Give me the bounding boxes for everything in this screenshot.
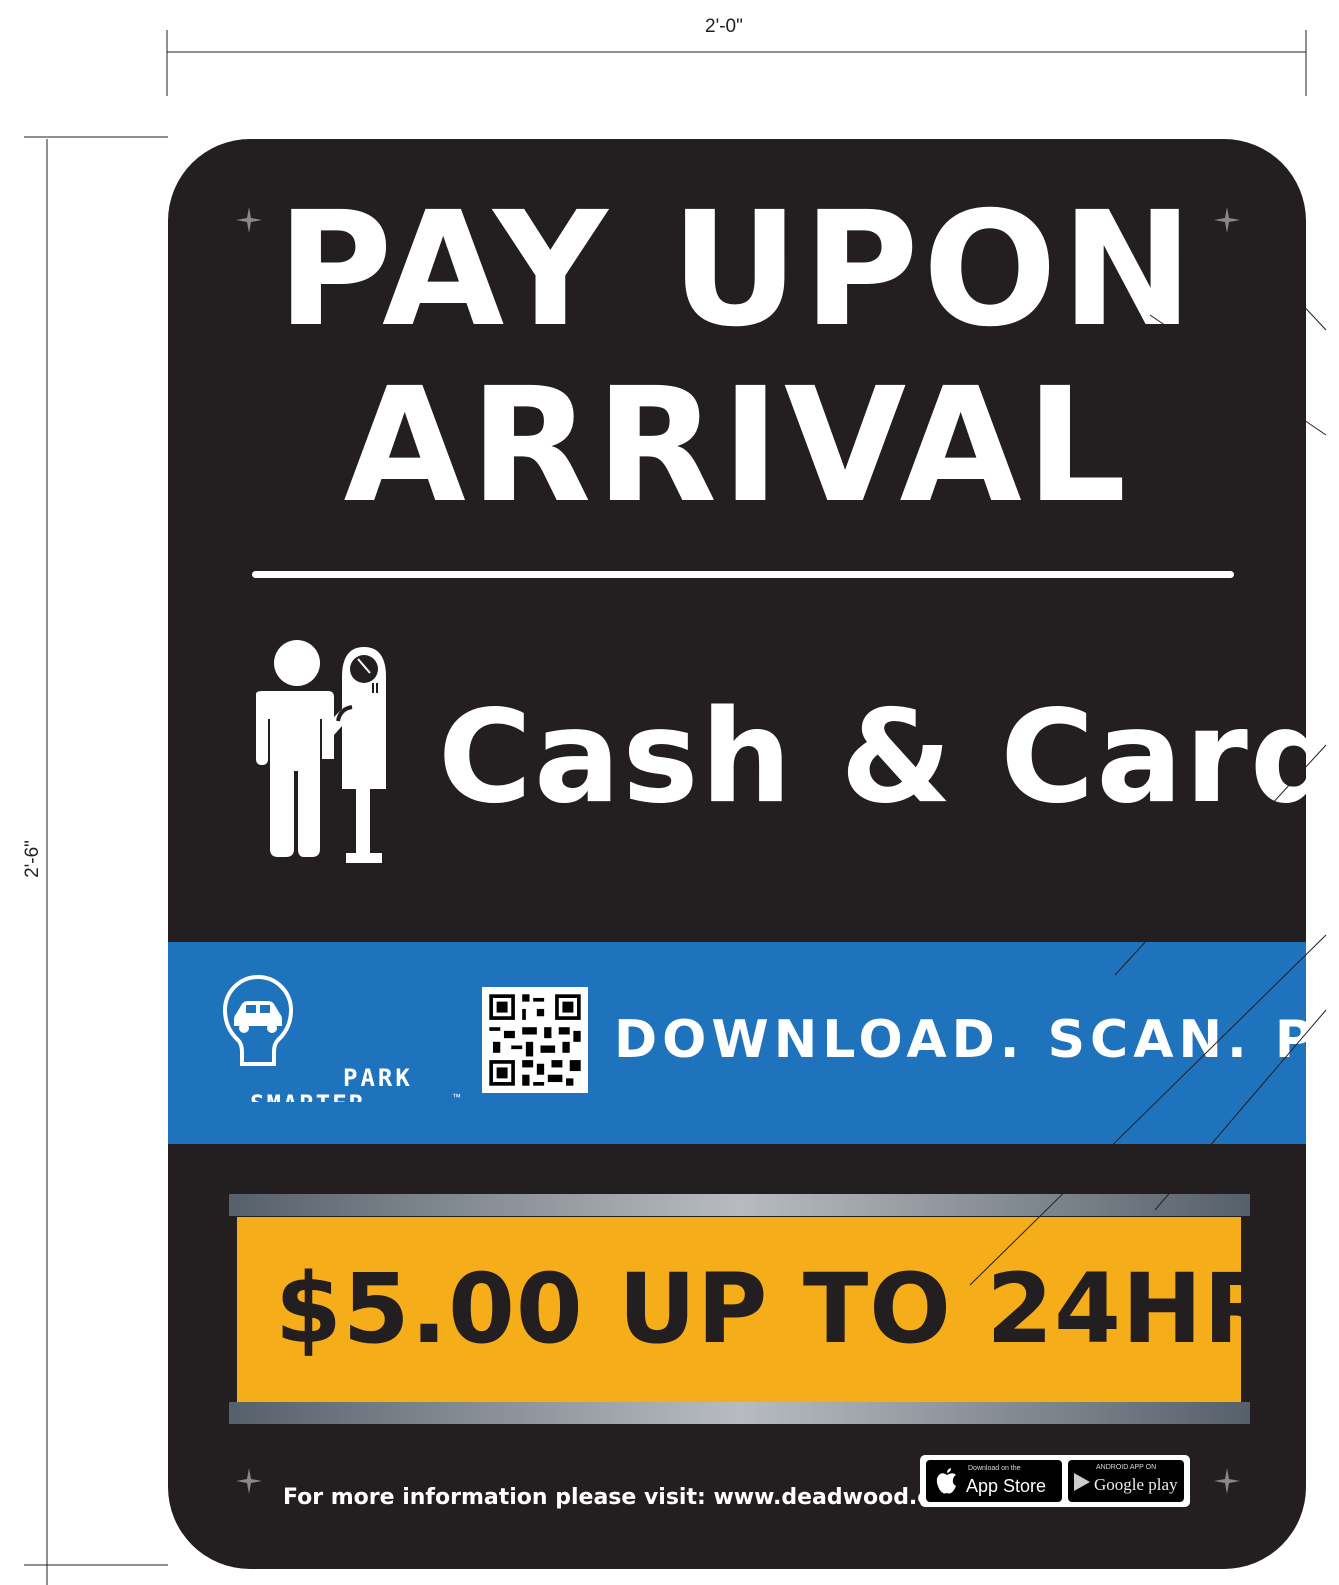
annotation-leader-lines bbox=[969, 299, 1327, 1286]
